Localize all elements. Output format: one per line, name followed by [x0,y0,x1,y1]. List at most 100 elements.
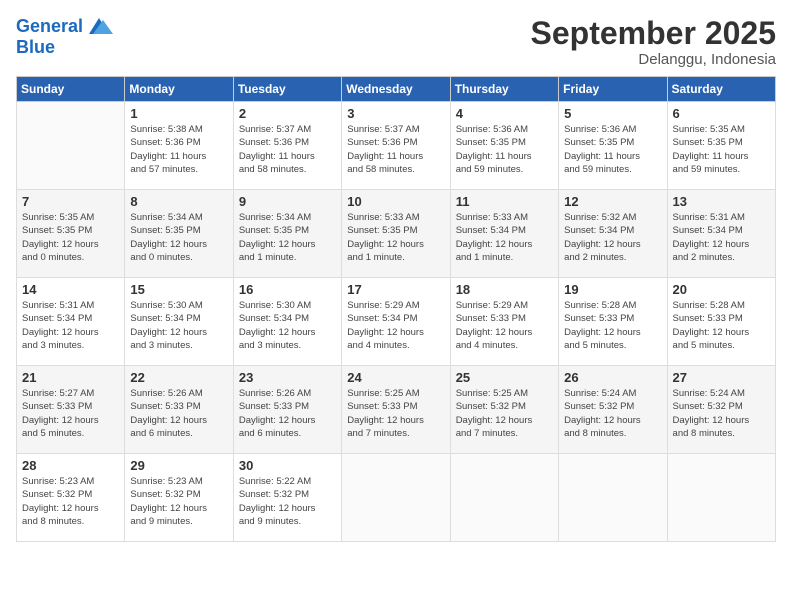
week-row-2: 7 Sunrise: 5:35 AM Sunset: 5:35 PM Daylig… [17,190,776,278]
calendar-cell: 1 Sunrise: 5:38 AM Sunset: 5:36 PM Daylig… [125,102,233,190]
day-info: Sunrise: 5:29 AM Sunset: 5:33 PM Dayligh… [456,299,553,352]
col-tuesday: Tuesday [233,77,341,102]
day-info: Sunrise: 5:28 AM Sunset: 5:33 PM Dayligh… [673,299,770,352]
logo-blue: Blue [16,38,55,58]
day-number: 21 [22,370,119,385]
day-number: 4 [456,106,553,121]
day-number: 18 [456,282,553,297]
calendar-cell: 21 Sunrise: 5:27 AM Sunset: 5:33 PM Dayli… [17,366,125,454]
calendar-cell: 3 Sunrise: 5:37 AM Sunset: 5:36 PM Daylig… [342,102,450,190]
day-info: Sunrise: 5:36 AM Sunset: 5:35 PM Dayligh… [456,123,553,176]
day-number: 8 [130,194,227,209]
day-number: 17 [347,282,444,297]
week-row-1: 1 Sunrise: 5:38 AM Sunset: 5:36 PM Daylig… [17,102,776,190]
day-number: 11 [456,194,553,209]
calendar-cell: 5Sunrise: 5:36 AM Sunset: 5:35 PM Daylig… [559,102,667,190]
day-number: 30 [239,458,336,473]
day-info: Sunrise: 5:33 AM Sunset: 5:35 PM Dayligh… [347,211,444,264]
day-number: 29 [130,458,227,473]
calendar-cell [342,454,450,542]
day-info: Sunrise: 5:29 AM Sunset: 5:34 PM Dayligh… [347,299,444,352]
day-info: Sunrise: 5:26 AM Sunset: 5:33 PM Dayligh… [239,387,336,440]
day-number: 1 [130,106,227,121]
day-number: 10 [347,194,444,209]
day-info: Sunrise: 5:24 AM Sunset: 5:32 PM Dayligh… [673,387,770,440]
day-info: Sunrise: 5:27 AM Sunset: 5:33 PM Dayligh… [22,387,119,440]
calendar-cell: 15Sunrise: 5:30 AM Sunset: 5:34 PM Dayli… [125,278,233,366]
day-info: Sunrise: 5:30 AM Sunset: 5:34 PM Dayligh… [239,299,336,352]
logo-icon [85,16,113,38]
day-number: 5 [564,106,661,121]
location: Delanggu, Indonesia [531,51,776,68]
col-monday: Monday [125,77,233,102]
calendar-cell: 29Sunrise: 5:23 AM Sunset: 5:32 PM Dayli… [125,454,233,542]
col-friday: Friday [559,77,667,102]
day-info: Sunrise: 5:24 AM Sunset: 5:32 PM Dayligh… [564,387,661,440]
week-row-4: 21 Sunrise: 5:27 AM Sunset: 5:33 PM Dayli… [17,366,776,454]
day-info: Sunrise: 5:31 AM Sunset: 5:34 PM Dayligh… [673,211,770,264]
logo: General Blue [16,16,113,58]
day-info: Sunrise: 5:25 AM Sunset: 5:33 PM Dayligh… [347,387,444,440]
day-number: 15 [130,282,227,297]
day-number: 28 [22,458,119,473]
month-title: September 2025 [531,16,776,51]
calendar-cell [17,102,125,190]
day-info: Sunrise: 5:25 AM Sunset: 5:32 PM Dayligh… [456,387,553,440]
col-thursday: Thursday [450,77,558,102]
day-info: Sunrise: 5:23 AM Sunset: 5:32 PM Dayligh… [22,475,119,528]
day-info: Sunrise: 5:28 AM Sunset: 5:33 PM Dayligh… [564,299,661,352]
calendar-cell: 10 Sunrise: 5:33 AM Sunset: 5:35 PM Dayli… [342,190,450,278]
day-info: Sunrise: 5:34 AM Sunset: 5:35 PM Dayligh… [130,211,227,264]
col-saturday: Saturday [667,77,775,102]
header-row: SundayMondayTuesdayWednesdayThursdayFrid… [17,77,776,102]
calendar-cell: 26 Sunrise: 5:24 AM Sunset: 5:32 PM Dayli… [559,366,667,454]
day-number: 7 [22,194,119,209]
calendar-table: SundayMondayTuesdayWednesdayThursdayFrid… [16,76,776,542]
day-info: Sunrise: 5:32 AM Sunset: 5:34 PM Dayligh… [564,211,661,264]
day-number: 14 [22,282,119,297]
day-number: 26 [564,370,661,385]
day-info: Sunrise: 5:34 AM Sunset: 5:35 PM Dayligh… [239,211,336,264]
calendar-cell: 13 Sunrise: 5:31 AM Sunset: 5:34 PM Dayli… [667,190,775,278]
calendar-cell: 12 Sunrise: 5:32 AM Sunset: 5:34 PM Dayli… [559,190,667,278]
day-number: 13 [673,194,770,209]
page-header: General Blue September 2025 Delanggu, In… [16,16,776,68]
calendar-cell: 9 Sunrise: 5:34 AM Sunset: 5:35 PM Daylig… [233,190,341,278]
calendar-cell [450,454,558,542]
day-number: 6 [673,106,770,121]
calendar-cell: 24Sunrise: 5:25 AM Sunset: 5:33 PM Dayli… [342,366,450,454]
logo-general: General [16,17,83,37]
calendar-cell: 8 Sunrise: 5:34 AM Sunset: 5:35 PM Daylig… [125,190,233,278]
calendar-cell [559,454,667,542]
calendar-cell: 23 Sunrise: 5:26 AM Sunset: 5:33 PM Dayli… [233,366,341,454]
day-number: 9 [239,194,336,209]
day-number: 20 [673,282,770,297]
calendar-cell: 22Sunrise: 5:26 AM Sunset: 5:33 PM Dayli… [125,366,233,454]
calendar-cell: 28 Sunrise: 5:23 AM Sunset: 5:32 PM Dayli… [17,454,125,542]
day-number: 3 [347,106,444,121]
calendar-cell: 16Sunrise: 5:30 AM Sunset: 5:34 PM Dayli… [233,278,341,366]
day-info: Sunrise: 5:33 AM Sunset: 5:34 PM Dayligh… [456,211,553,264]
calendar-cell: 14Sunrise: 5:31 AM Sunset: 5:34 PM Dayli… [17,278,125,366]
calendar-cell: 30Sunrise: 5:22 AM Sunset: 5:32 PM Dayli… [233,454,341,542]
calendar-cell: 25 Sunrise: 5:25 AM Sunset: 5:32 PM Dayli… [450,366,558,454]
day-info: Sunrise: 5:26 AM Sunset: 5:33 PM Dayligh… [130,387,227,440]
calendar-cell [667,454,775,542]
week-row-5: 28 Sunrise: 5:23 AM Sunset: 5:32 PM Dayli… [17,454,776,542]
day-number: 2 [239,106,336,121]
calendar-cell: 19Sunrise: 5:28 AM Sunset: 5:33 PM Dayli… [559,278,667,366]
calendar-cell: 27Sunrise: 5:24 AM Sunset: 5:32 PM Dayli… [667,366,775,454]
calendar-cell: 7 Sunrise: 5:35 AM Sunset: 5:35 PM Daylig… [17,190,125,278]
day-info: Sunrise: 5:35 AM Sunset: 5:35 PM Dayligh… [22,211,119,264]
day-number: 23 [239,370,336,385]
calendar-cell: 18 Sunrise: 5:29 AM Sunset: 5:33 PM Dayli… [450,278,558,366]
day-info: Sunrise: 5:38 AM Sunset: 5:36 PM Dayligh… [130,123,227,176]
day-info: Sunrise: 5:37 AM Sunset: 5:36 PM Dayligh… [347,123,444,176]
day-number: 25 [456,370,553,385]
day-number: 12 [564,194,661,209]
col-sunday: Sunday [17,77,125,102]
calendar-cell: 2Sunrise: 5:37 AM Sunset: 5:36 PM Daylig… [233,102,341,190]
title-block: September 2025 Delanggu, Indonesia [531,16,776,68]
calendar-cell: 4 Sunrise: 5:36 AM Sunset: 5:35 PM Daylig… [450,102,558,190]
calendar-cell: 6Sunrise: 5:35 AM Sunset: 5:35 PM Daylig… [667,102,775,190]
